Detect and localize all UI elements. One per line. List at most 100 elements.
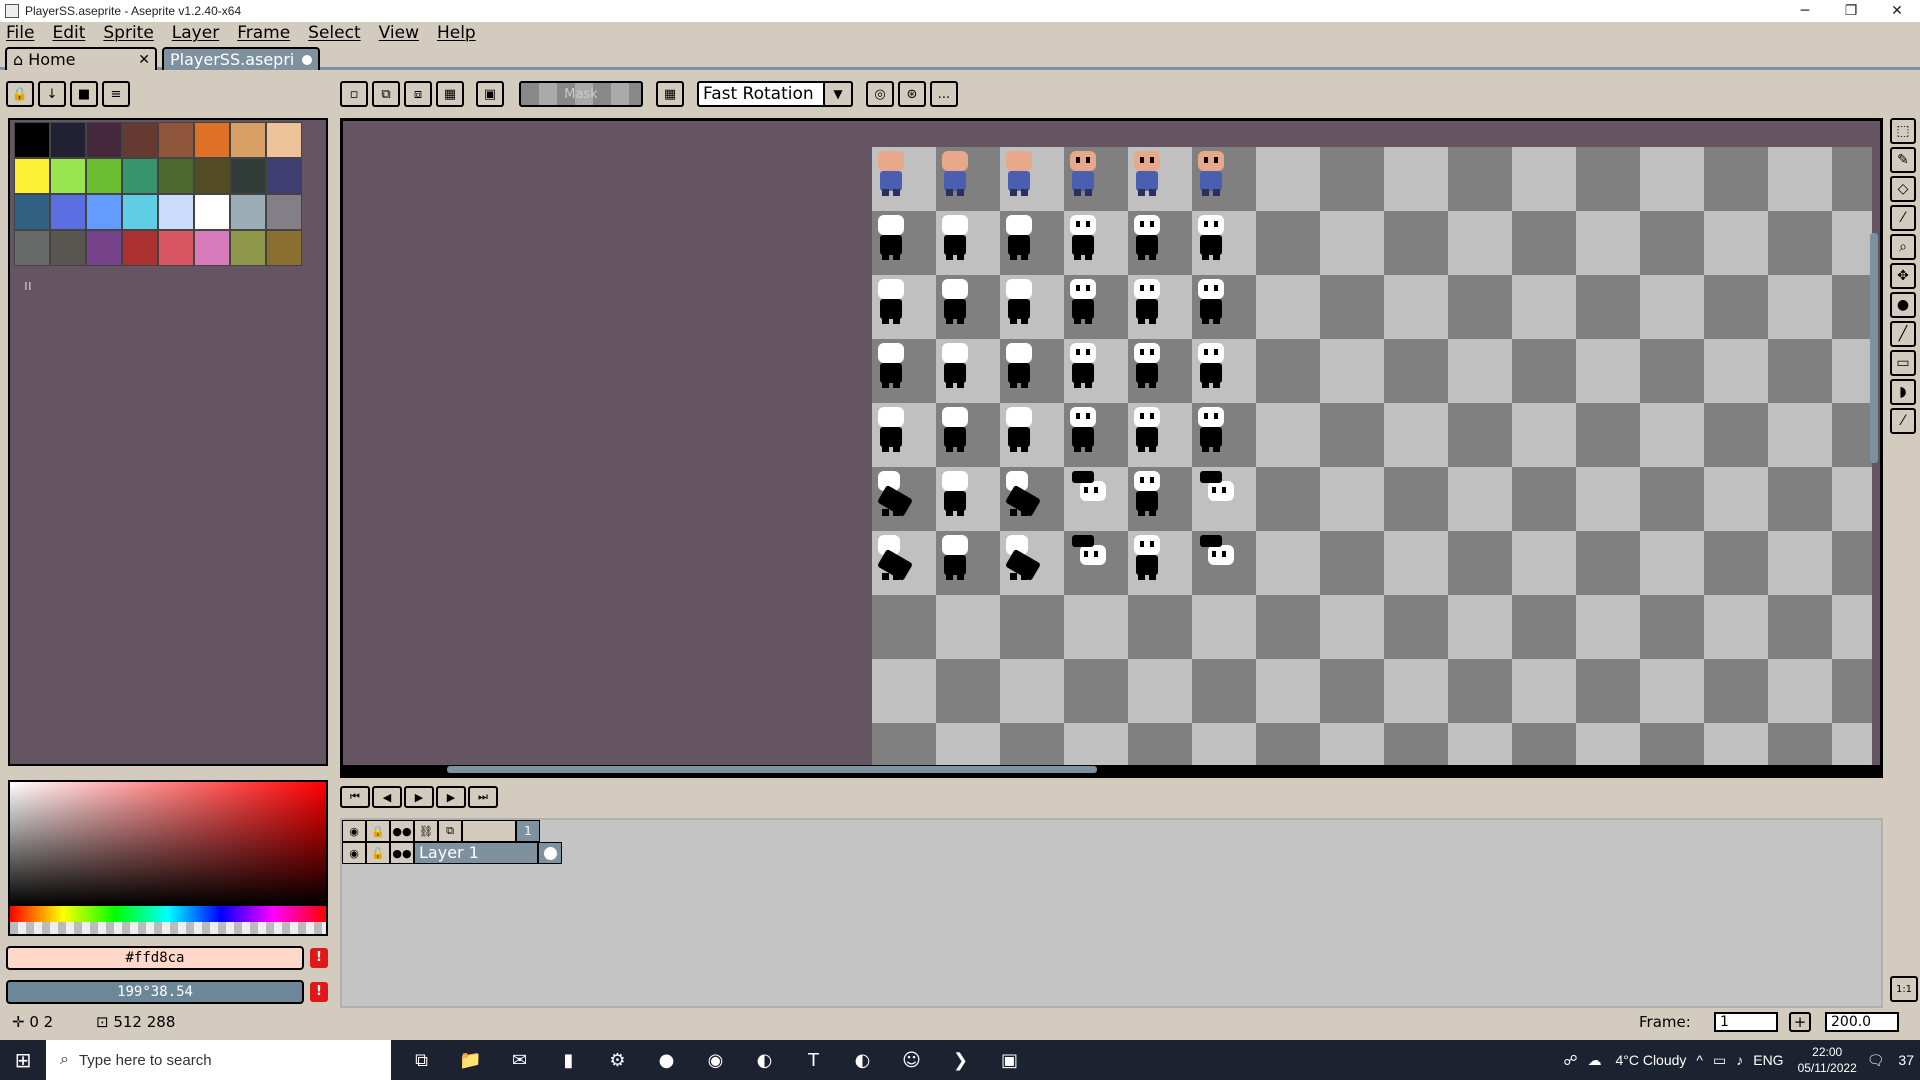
steam-icon[interactable]: ◐ [740, 1040, 789, 1080]
restore-button[interactable]: ❐ [1828, 0, 1874, 22]
pivot-icon[interactable]: ▦ [656, 81, 684, 107]
windows-start-icon[interactable]: ⊞ [0, 1040, 46, 1080]
taskbar-search-box[interactable]: ⌕ Type here to search [46, 1040, 391, 1080]
office-icon[interactable]: ▮ [544, 1040, 593, 1080]
palette-swatch[interactable] [50, 230, 86, 266]
palette-swatch[interactable] [158, 194, 194, 230]
palette-swatch[interactable] [158, 158, 194, 194]
spotify-icon[interactable]: ● [642, 1040, 691, 1080]
layer-row[interactable]: ◉ 🔓 ●● Layer 1 [342, 842, 562, 864]
new-frame-button[interactable]: + [1789, 1012, 1811, 1032]
palette-swatch[interactable] [266, 230, 302, 266]
palette-swatch[interactable] [14, 158, 50, 194]
layer-name[interactable]: Layer 1 [414, 842, 538, 864]
palette-swatch[interactable] [158, 230, 194, 266]
layers-icon[interactable]: ⧉ [438, 820, 462, 842]
palette-swatch[interactable] [266, 194, 302, 230]
horizontal-scrollbar[interactable] [447, 766, 1097, 773]
teams-icon[interactable]: T [789, 1040, 838, 1080]
sprite-canvas[interactable] [872, 147, 1872, 767]
eyedropper-tool-icon[interactable]: ⁄ [1890, 205, 1916, 231]
clock[interactable]: 22:00 05/11/2022 [1798, 1044, 1857, 1076]
minimize-button[interactable]: ─ [1782, 0, 1828, 22]
rotation-algorithm-select[interactable]: Fast Rotation ▼ [697, 81, 853, 107]
one-to-one-icon[interactable]: 1:1 [1890, 976, 1918, 1002]
marquee-tool-icon[interactable]: ⬚ [1890, 118, 1916, 144]
menu-view[interactable]: View [379, 23, 419, 43]
lock-icon[interactable]: 🔒 [366, 820, 390, 842]
frame-header[interactable]: 1 [516, 820, 540, 842]
pencil-tool-icon[interactable]: ✎ [1890, 147, 1916, 173]
background-color-field[interactable]: 199°38.54 [6, 980, 304, 1004]
fill-tool-icon[interactable]: ● [1890, 292, 1916, 318]
selection-add-icon[interactable]: ⧉ [372, 81, 400, 107]
next-frame-icon[interactable]: ▶ [436, 786, 466, 808]
blur-tool-icon[interactable]: ◗ [1890, 379, 1916, 405]
palette-swatch[interactable] [266, 158, 302, 194]
palette-swatch[interactable] [86, 158, 122, 194]
palette-swatch[interactable] [86, 194, 122, 230]
zoom-input[interactable]: 200.0 [1825, 1012, 1899, 1032]
vscode-icon[interactable]: ❯ [936, 1040, 985, 1080]
saturation-value-area[interactable] [10, 782, 326, 906]
drop-pixels-icon[interactable]: ◎ [866, 81, 894, 107]
file-explorer-icon[interactable]: 📁 [446, 1040, 495, 1080]
move-tool-icon[interactable]: ✥ [1890, 263, 1916, 289]
palette-swatch[interactable] [86, 230, 122, 266]
menu-layer[interactable]: Layer [172, 23, 219, 43]
layer-continuous-icon[interactable]: ●● [390, 842, 414, 864]
palette-swatch[interactable] [230, 158, 266, 194]
menu-sprite[interactable]: Sprite [103, 23, 153, 43]
zoom-tool-icon[interactable]: ⌕ [1890, 234, 1916, 260]
aseprite-taskbar-icon[interactable]: ▣ [985, 1040, 1034, 1080]
menu-select[interactable]: Select [308, 23, 360, 43]
palette-swatch[interactable] [194, 230, 230, 266]
first-frame-icon[interactable]: ⏮ [340, 786, 370, 808]
palette-resize-handle[interactable]: ıı [24, 278, 32, 294]
fg-warning-icon[interactable]: ! [310, 948, 328, 968]
tray-chevron-icon[interactable]: ^ [1696, 1052, 1703, 1068]
mask-color-button[interactable]: Mask [519, 81, 643, 107]
palette-swatch[interactable] [122, 158, 158, 194]
discard-pixels-icon[interactable]: ⊛ [898, 81, 926, 107]
menu-file[interactable]: File [6, 23, 34, 43]
palette-swatch[interactable] [14, 230, 50, 266]
frame-input[interactable]: 1 [1714, 1012, 1778, 1032]
palette-swatch[interactable] [158, 122, 194, 158]
palette-swatch[interactable] [50, 194, 86, 230]
palette-swatch[interactable] [14, 194, 50, 230]
palette-swatch[interactable] [50, 122, 86, 158]
network-icon[interactable]: ▭ [1713, 1052, 1726, 1069]
menu-icon[interactable]: ≡ [102, 81, 130, 107]
discord-icon[interactable]: ☺ [887, 1040, 936, 1080]
task-view-icon[interactable]: ⧉ [397, 1040, 446, 1080]
layer-visible-icon[interactable]: ◉ [342, 842, 366, 864]
palette-swatch[interactable] [122, 122, 158, 158]
more-options-button[interactable]: ... [930, 81, 958, 107]
selection-replace-icon[interactable]: ▫ [340, 81, 368, 107]
last-frame-icon[interactable]: ⏭ [468, 786, 498, 808]
vertical-scrollbar[interactable] [1870, 233, 1878, 463]
palette-swatch[interactable] [266, 122, 302, 158]
menu-help[interactable]: Help [437, 23, 476, 43]
eraser-tool-icon[interactable]: ◇ [1890, 176, 1916, 202]
volume-icon[interactable]: ♪ [1736, 1052, 1743, 1068]
palette-swatch[interactable] [14, 122, 50, 158]
palette-swatch[interactable] [86, 122, 122, 158]
mail-icon[interactable]: ✉ [495, 1040, 544, 1080]
tab-home[interactable]: ⌂ Home ✕ [5, 47, 157, 70]
settings-icon[interactable]: ⚙ [593, 1040, 642, 1080]
chrome-icon[interactable]: ◉ [691, 1040, 740, 1080]
selection-subtract-icon[interactable]: ⧈ [404, 81, 432, 107]
notification-icon[interactable]: 🗨 37 [1867, 1052, 1914, 1069]
close-button[interactable]: ✕ [1874, 0, 1920, 22]
palette-swatch[interactable] [122, 194, 158, 230]
onion-skin-icon[interactable]: ●● [390, 820, 414, 842]
palette-swatch[interactable] [194, 122, 230, 158]
palette-swatch[interactable] [194, 158, 230, 194]
menu-frame[interactable]: Frame [237, 23, 290, 43]
palette-swatch[interactable] [230, 122, 266, 158]
layer-lock-icon[interactable]: 🔓 [366, 842, 390, 864]
tab-playerss[interactable]: PlayerSS.asepri [162, 47, 320, 70]
foreground-color-field[interactable]: #ffd8ca [6, 946, 304, 970]
